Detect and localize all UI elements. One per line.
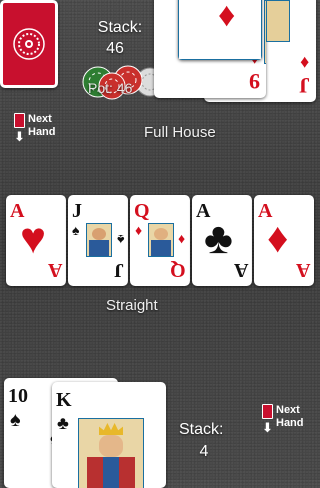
next-hand-line2: Hand	[276, 417, 304, 429]
club-icon: ♣	[57, 413, 69, 433]
arrow-down-icon: ⬇	[14, 129, 25, 144]
card-mini-icon	[14, 113, 25, 128]
opponent-card-1: ♦	[178, 0, 262, 60]
card-rank: J	[299, 73, 310, 98]
card-rank: A	[295, 259, 310, 281]
card-mini-icon	[262, 404, 273, 419]
diamond-icon: ♦	[135, 222, 143, 238]
card-back-emblem-icon	[13, 28, 45, 60]
opponent-next-hand-button[interactable]: Next Hand ⬇	[14, 113, 56, 143]
card-rank: A	[233, 259, 248, 281]
community-card-1: A ♥ A	[6, 195, 66, 286]
card-rank: Q	[134, 200, 150, 222]
card-rank: J	[72, 200, 82, 222]
diamond-icon: ♦	[267, 214, 289, 261]
card-rank: K	[56, 389, 72, 411]
community-card-5: A ♦ A	[254, 195, 314, 286]
spade-icon: ♠	[10, 409, 21, 431]
card-rank: 9	[249, 69, 260, 94]
diamond-icon: ♦	[218, 0, 236, 34]
card-rank: A	[47, 259, 62, 281]
spade-icon: ♠	[72, 222, 80, 238]
diamond-icon: ♦	[177, 232, 185, 248]
opponent-hand-name: Full House	[144, 124, 216, 141]
arrow-down-icon: ⬇	[262, 420, 273, 435]
heart-icon: ♥	[20, 214, 47, 263]
diamond-icon: ♦	[299, 53, 309, 73]
community-card-3: Q ♦ ♦ Q	[130, 195, 190, 286]
next-hand-line2: Hand	[28, 126, 56, 138]
spade-icon: ♠	[116, 232, 124, 248]
deck-card-back[interactable]	[0, 0, 58, 88]
player-next-hand-button[interactable]: Next Hand ⬇	[262, 404, 304, 434]
king-face-art	[78, 418, 144, 488]
opponent-stack-value: 46	[106, 40, 124, 57]
card-rank: 10	[8, 385, 28, 407]
player-hand-name: Straight	[106, 297, 158, 314]
next-hand-line1: Next	[28, 113, 52, 125]
opponent-stack-label: Stack:	[97, 19, 143, 36]
jack-face-art	[86, 223, 112, 257]
player-stack-label: Stack:	[179, 421, 224, 438]
community-card-4: A ♣ A	[192, 195, 252, 286]
pot-label: Pot: 46	[88, 80, 133, 96]
player-card-2: K ♣	[52, 382, 166, 488]
queen-face-art	[148, 223, 174, 257]
player-stack-value: 4	[199, 443, 209, 460]
card-rank: J	[114, 259, 124, 281]
club-icon: ♣	[204, 214, 233, 263]
next-hand-line1: Next	[276, 404, 300, 416]
card-rank: Q	[170, 259, 186, 281]
opponent-face-card-art	[266, 0, 290, 42]
community-card-2: J ♠ ♠ J	[68, 195, 128, 286]
